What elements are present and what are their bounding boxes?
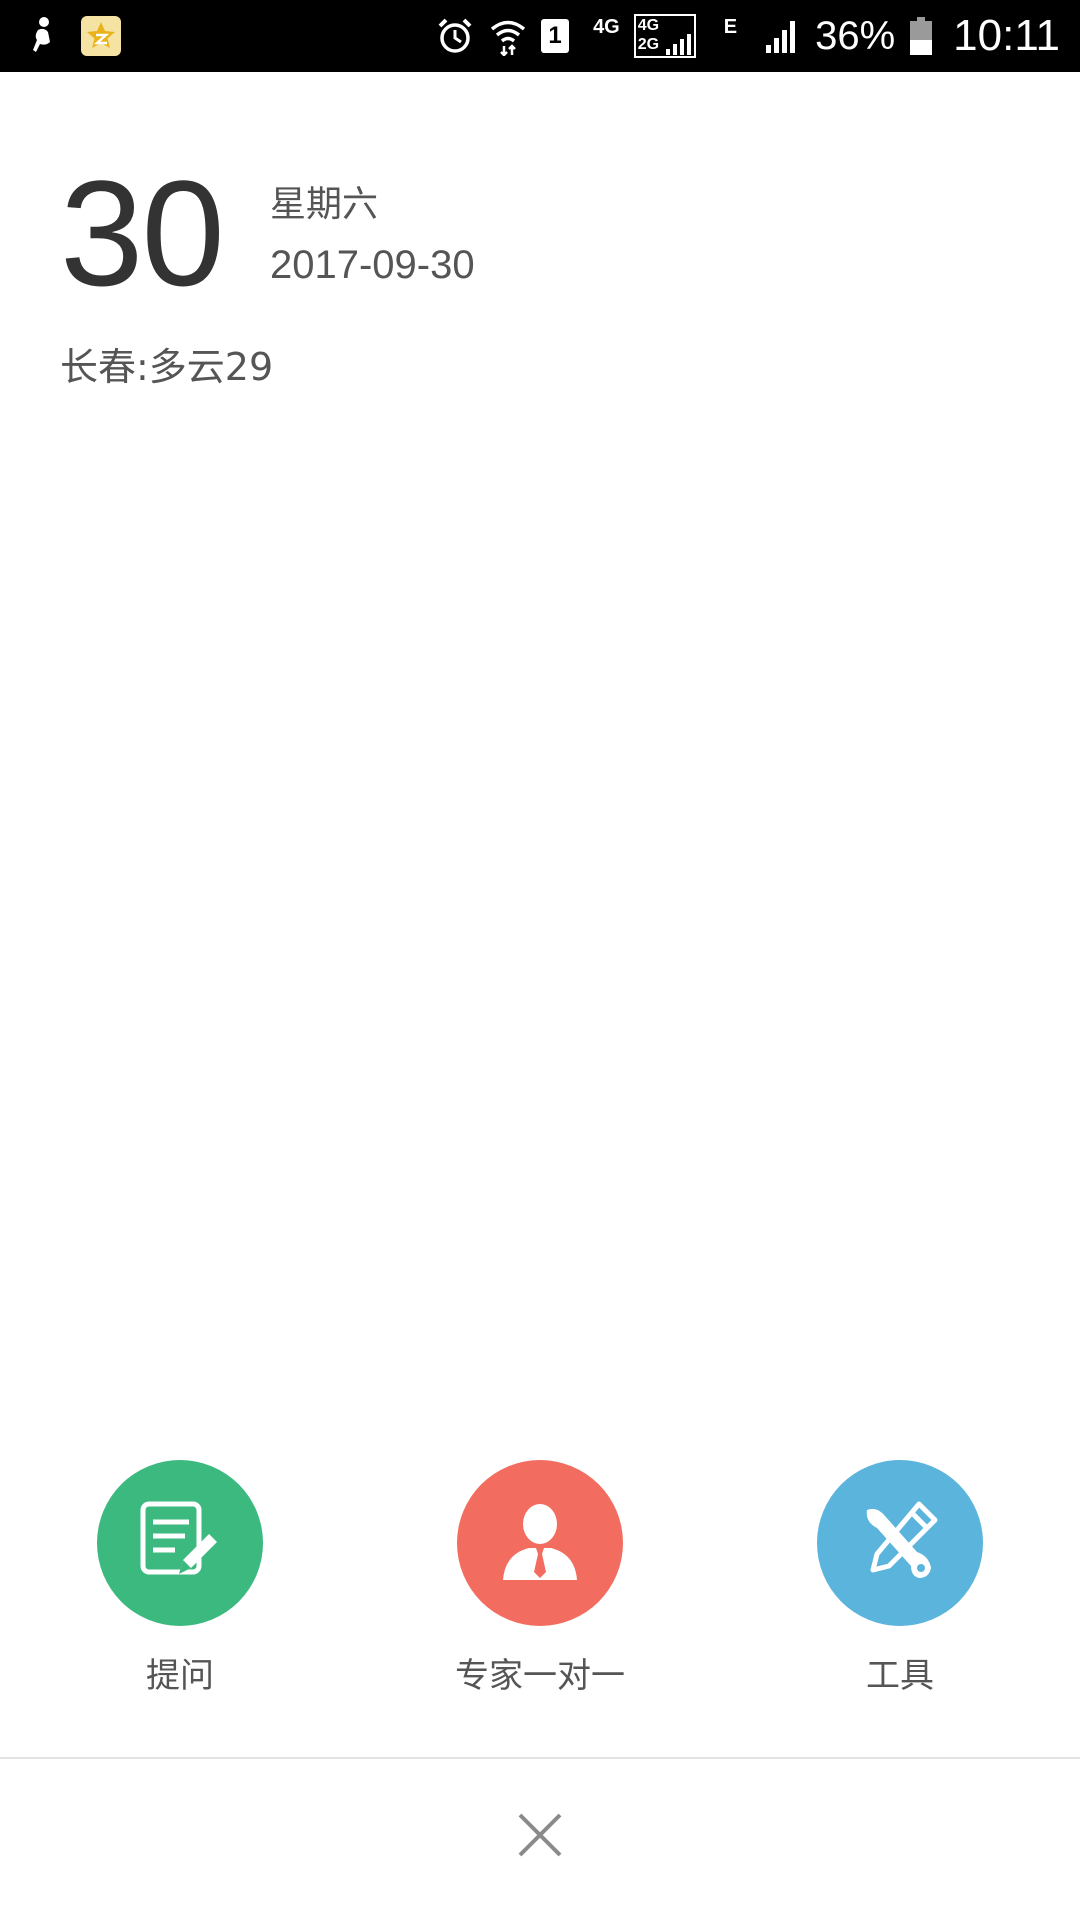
close-button[interactable]	[500, 1797, 580, 1877]
day-number: 30	[60, 149, 225, 317]
network-type-4g: 4G	[593, 15, 620, 38]
tools-icon	[855, 1496, 945, 1590]
status-bar-left	[28, 0, 122, 72]
status-bar-right: 1 4G 4G 2G E 36% 10:11	[435, 0, 1060, 72]
network-dual-box: 4G 2G	[633, 14, 696, 58]
weekday-label: 星期六	[270, 184, 379, 225]
ask-question-label: 提问	[146, 1656, 214, 1696]
status-bar: 1 4G 4G 2G E 36% 10:11	[0, 0, 1080, 72]
battery-percent: 36%	[815, 13, 896, 58]
signal-strength-icon	[765, 18, 801, 54]
battery-icon	[909, 16, 933, 56]
screen: 1 4G 4G 2G E 36% 10:11 30 星期六 2017-09-30…	[0, 0, 1080, 1920]
network-box-top-label: 4G	[637, 17, 660, 34]
sim-slot-indicator: 1	[541, 19, 570, 53]
edit-note-icon	[135, 1496, 225, 1590]
network-box-bottom-label: 2G	[637, 36, 660, 53]
expert-person-icon	[495, 1496, 585, 1590]
clock-time: 10:11	[953, 11, 1060, 60]
expert-one-on-one-label: 专家一对一	[455, 1656, 625, 1696]
expert-one-on-one-circle[interactable]	[457, 1460, 623, 1626]
alarm-icon	[435, 16, 475, 56]
tools-button[interactable]: 工具	[780, 1460, 1020, 1697]
tools-circle[interactable]	[817, 1460, 983, 1626]
expert-one-on-one-button[interactable]: 专家一对一	[420, 1460, 660, 1697]
close-icon	[516, 1811, 564, 1863]
notification-figure-icon	[28, 16, 58, 56]
wifi-icon	[489, 16, 527, 56]
network-type-e: E	[723, 15, 738, 38]
ask-question-button[interactable]: 提问	[60, 1460, 300, 1697]
ask-question-circle[interactable]	[97, 1460, 263, 1626]
tools-label: 工具	[866, 1656, 934, 1696]
app-star-icon	[80, 15, 122, 57]
full-date-label: 2017-09-30	[270, 243, 475, 287]
bottom-divider	[0, 1757, 1080, 1759]
weather-label: 长春:多云29	[60, 345, 274, 389]
